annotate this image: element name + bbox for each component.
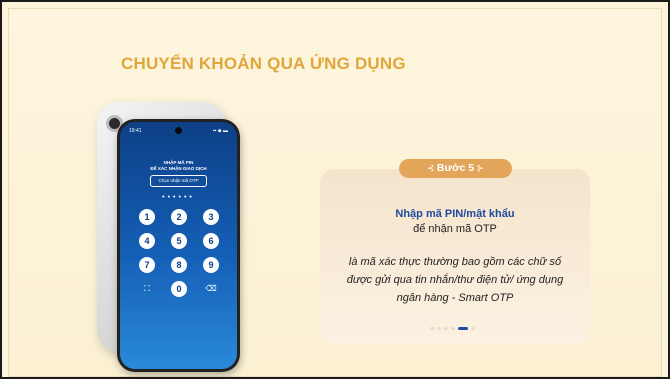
pin-prompt: NHẬP MÃ PIN ĐỂ XÁC NHẬN GIAO DỊCH bbox=[120, 160, 237, 172]
phone-screen: 19:41 ▪▪ ◆ ▬ NHẬP MÃ PIN ĐỂ XÁC NHẬN GIA… bbox=[120, 122, 237, 369]
slide: CHUYỂN KHOẢN QUA ỨNG DỤNG 19:41 ▪▪ ◆ ▬ N… bbox=[0, 0, 670, 379]
phone-illustration: 19:41 ▪▪ ◆ ▬ NHẬP MÃ PIN ĐỂ XÁC NHẬN GIA… bbox=[117, 119, 240, 372]
key-9: 9 bbox=[203, 257, 219, 273]
key-5: 5 bbox=[171, 233, 187, 249]
pager-dot[interactable] bbox=[430, 327, 434, 330]
key-7: 7 bbox=[139, 257, 155, 273]
key-8: 8 bbox=[171, 257, 187, 273]
key-0: 0 bbox=[171, 281, 187, 297]
key-1: 1 bbox=[139, 209, 155, 225]
pin-prompt-line2: ĐỂ XÁC NHẬN GIAO DỊCH bbox=[150, 166, 207, 171]
swirl-left-icon: ⊰ bbox=[426, 163, 437, 173]
status-icons: ▪▪ ◆ ▬ bbox=[212, 128, 228, 134]
slide-title: CHUYỂN KHOẢN QUA ỨNG DỤNG bbox=[121, 54, 406, 73]
pager-dot[interactable] bbox=[444, 327, 448, 330]
pager-dot[interactable] bbox=[437, 327, 441, 330]
key-3: 3 bbox=[203, 209, 219, 225]
step-badge: ⊰ Bước 5 ⊱ bbox=[399, 159, 512, 178]
pin-dots: •••••• bbox=[162, 194, 195, 201]
key-2: 2 bbox=[171, 209, 187, 225]
swirl-right-icon: ⊱ bbox=[474, 163, 485, 173]
step-subtitle: để nhận mã OTP bbox=[413, 223, 497, 235]
pager-dot[interactable] bbox=[451, 327, 455, 330]
status-time: 19:41 bbox=[129, 128, 142, 134]
step-label: Bước 5 bbox=[436, 162, 475, 174]
otp-button: Chọn nhận mã OTP bbox=[150, 175, 207, 187]
backspace-icon: ⌫ bbox=[205, 284, 217, 293]
front-camera-icon bbox=[175, 127, 182, 134]
pin-keypad: 1 2 3 4 5 6 7 8 9 ⛶ 0 ⌫ bbox=[139, 209, 219, 305]
pager-dot[interactable] bbox=[458, 327, 468, 330]
pager-dot[interactable] bbox=[471, 327, 475, 330]
step-title: Nhập mã PIN/mật khẩu bbox=[395, 208, 515, 220]
face-id-icon: ⛶ bbox=[144, 284, 150, 293]
key-4: 4 bbox=[139, 233, 155, 249]
key-6: 6 bbox=[203, 233, 219, 249]
step-pagination[interactable] bbox=[430, 327, 475, 330]
step-description: là mã xác thực thường bao gồm các chữ số… bbox=[346, 256, 564, 304]
